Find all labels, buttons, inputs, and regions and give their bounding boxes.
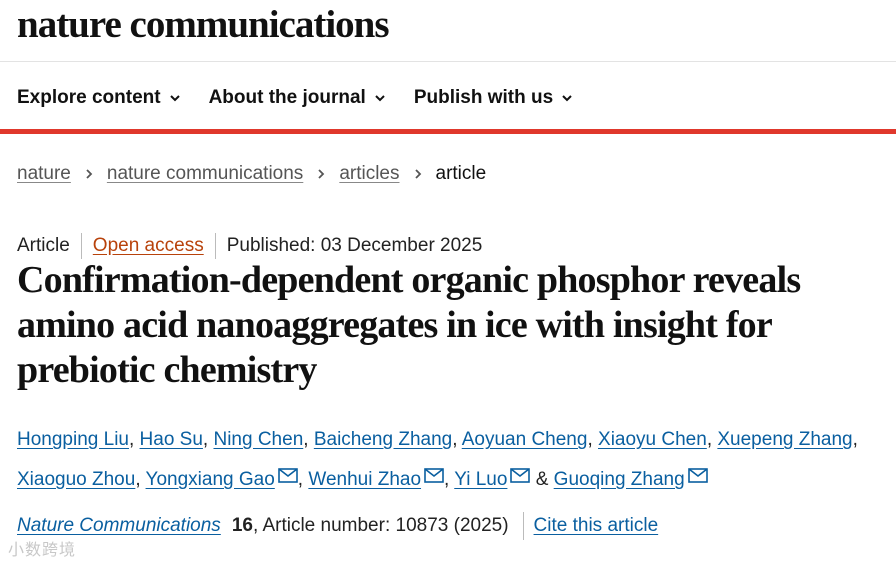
breadcrumb-articles[interactable]: articles	[339, 163, 399, 185]
author-link[interactable]: Xiaoguo Zhou	[17, 469, 135, 490]
main-nav: Explore content About the journal Publis…	[17, 84, 601, 112]
chevron-down-icon	[375, 95, 385, 102]
article-title: Confirmation-dependent organic phosphor …	[17, 259, 801, 391]
author-link[interactable]: Aoyuan Cheng	[462, 429, 588, 450]
author-link[interactable]: Baicheng Zhang	[314, 429, 452, 450]
header-divider	[0, 61, 896, 62]
journal-name-link[interactable]: Nature Communications	[17, 515, 221, 537]
chevron-down-icon	[562, 95, 572, 102]
nav-about-journal[interactable]: About the journal	[209, 87, 386, 109]
published-date: Published: 03 December 2025	[226, 235, 483, 256]
article-meta: Article Open access Published: 03 Decemb…	[17, 233, 482, 259]
breadcrumb: nature nature communications articles ar…	[17, 163, 486, 185]
email-icon[interactable]	[277, 468, 298, 483]
accent-bar	[0, 129, 896, 134]
author-link[interactable]: Hongping Liu	[17, 429, 129, 450]
author-link[interactable]: Xuepeng Zhang	[717, 429, 852, 450]
nav-about-journal-label: About the journal	[208, 87, 366, 108]
nav-publish-with-us-label: Publish with us	[413, 87, 554, 108]
author-separator: ,	[706, 429, 713, 450]
author-link[interactable]: Guoqing Zhang	[554, 469, 685, 490]
email-icon[interactable]	[510, 468, 531, 483]
chevron-right-icon	[86, 169, 93, 179]
author-link[interactable]: Wenhui Zhao	[308, 469, 421, 490]
nav-explore-content[interactable]: Explore content	[17, 87, 181, 109]
chevron-down-icon	[169, 95, 180, 102]
breadcrumb-nature[interactable]: nature	[17, 163, 71, 185]
author-link[interactable]: Yi Luo	[454, 469, 507, 490]
masthead: nature communications	[17, 2, 390, 47]
journal-logo[interactable]: nature communications	[17, 3, 390, 46]
author-conjunction: &	[535, 469, 549, 490]
author-separator: ,	[852, 429, 858, 450]
author-separator: ,	[303, 429, 309, 450]
author-separator: ,	[128, 429, 135, 450]
author-link[interactable]: Yongxiang Gao	[146, 469, 275, 490]
author-separator: ,	[452, 429, 458, 450]
chevron-right-icon	[318, 169, 325, 179]
email-icon[interactable]	[687, 468, 708, 483]
author-separator: ,	[297, 469, 304, 490]
chevron-right-icon	[414, 169, 421, 179]
article-type: Article	[17, 235, 70, 256]
open-access-link[interactable]: Open access	[93, 235, 204, 257]
article-number: , Article number: 10873 (2025)	[252, 515, 509, 536]
author-link[interactable]: Hao Su	[140, 429, 203, 450]
meta-divider	[214, 233, 216, 259]
watermark: 小数跨境	[8, 542, 77, 559]
author-separator: ,	[587, 429, 593, 450]
author-separator: ,	[202, 429, 209, 450]
nav-publish-with-us[interactable]: Publish with us	[414, 87, 573, 109]
citation-line: Nature Communications 16 , Article numbe…	[17, 512, 658, 540]
volume-number: 16	[231, 515, 253, 536]
author-link[interactable]: Ning Chen	[213, 429, 303, 450]
author-link[interactable]: Xiaoyu Chen	[598, 429, 707, 450]
meta-divider	[80, 233, 82, 259]
breadcrumb-current: article	[435, 163, 487, 184]
nav-explore-content-label: Explore content	[17, 87, 161, 108]
email-icon[interactable]	[424, 468, 444, 483]
breadcrumb-nature-communications[interactable]: nature communications	[107, 163, 303, 185]
author-separator: ,	[135, 469, 141, 490]
cite-this-article-link[interactable]: Cite this article	[534, 515, 659, 537]
author-list: Hongping Liu, Hao Su, Ning Chen, Baichen…	[17, 420, 892, 500]
citation-divider	[522, 512, 524, 540]
author-separator: ,	[444, 469, 450, 490]
